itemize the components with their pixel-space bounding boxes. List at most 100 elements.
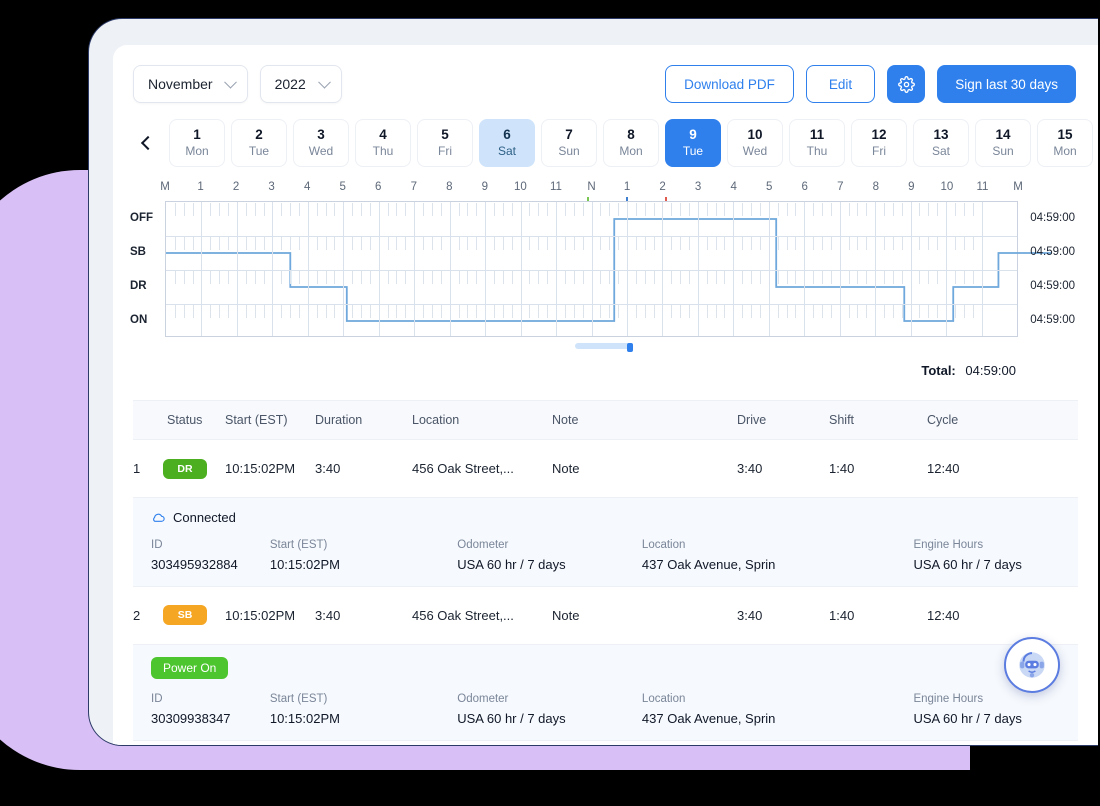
grid-minor-tick <box>458 237 460 250</box>
day-cell-3[interactable]: 3 Wed <box>293 119 349 167</box>
grid-minor-tick <box>423 271 425 284</box>
grid-vline <box>697 202 699 336</box>
hour-label-23: 11 <box>976 181 989 193</box>
grid-minor-tick <box>848 271 850 284</box>
field-start-value: 10:15:02PM <box>269 710 340 726</box>
day-cell-8[interactable]: 8 Mon <box>603 119 659 167</box>
grid-minor-tick <box>245 305 247 318</box>
status-row-label-ON: ON <box>130 314 148 326</box>
grid-minor-tick <box>431 305 433 318</box>
grid-minor-tick <box>431 237 433 250</box>
chart-scrollbar-thumb[interactable] <box>627 343 633 352</box>
hour-label-16: 4 <box>730 181 737 193</box>
grid-minor-tick <box>423 305 425 318</box>
grid-minor-tick <box>653 203 655 216</box>
grid-minor-tick <box>706 305 708 318</box>
chart-total-value: 04:59:00 <box>965 363 1016 378</box>
field-start-label: Start (EST) <box>269 539 328 551</box>
grid-minor-tick <box>954 271 956 284</box>
grid-vline <box>414 202 416 336</box>
day-cell-14[interactable]: 14 Sun <box>975 119 1031 167</box>
edit-button[interactable]: Edit <box>805 65 876 103</box>
grid-minor-tick <box>263 305 265 318</box>
status-row-total-SB: 04:59:00 <box>1030 246 1075 258</box>
grid-minor-tick <box>582 237 584 250</box>
day-number: 2 <box>255 127 263 143</box>
chart-scrollbar-track[interactable] <box>575 343 630 349</box>
grid-minor-tick <box>423 203 425 216</box>
day-cell-15[interactable]: 15 Mon <box>1037 119 1093 167</box>
month-select-value: November <box>148 76 213 92</box>
field-id: ID 303495932884 <box>151 535 270 572</box>
field-engine-label: Engine Hours <box>913 692 984 705</box>
day-cell-2[interactable]: 2 Tue <box>231 119 287 167</box>
chevron-down-icon <box>223 75 237 89</box>
th-drive: Drive <box>737 413 767 427</box>
grid-minor-tick <box>759 237 761 250</box>
grid-minor-tick <box>901 305 903 318</box>
chart-scrollbar[interactable] <box>165 343 1098 352</box>
day-cell-13[interactable]: 13 Sat <box>913 119 969 167</box>
day-cell-12[interactable]: 12 Fri <box>851 119 907 167</box>
grid-minor-tick <box>352 237 354 250</box>
day-cell-7[interactable]: 7 Sun <box>541 119 597 167</box>
day-cell-5[interactable]: 5 Fri <box>417 119 473 167</box>
grid-minor-tick <box>334 271 336 284</box>
hour-label-3: 3 <box>268 181 275 193</box>
month-select[interactable]: November <box>133 65 248 103</box>
grid-minor-tick <box>742 203 744 216</box>
prev-days-button[interactable] <box>133 120 163 166</box>
grid-minor-tick <box>644 203 646 216</box>
grid-minor-tick <box>609 237 611 250</box>
grid-minor-tick <box>334 305 336 318</box>
grid-minor-tick <box>183 271 185 284</box>
day-cell-9[interactable]: 9 Tue <box>665 119 721 167</box>
day-weekday: Wed <box>742 143 768 158</box>
grid-minor-tick <box>210 305 212 318</box>
sign-last-30-days-button[interactable]: Sign last 30 days <box>937 65 1076 103</box>
day-cell-1[interactable]: 1 Mon <box>169 119 225 167</box>
grid-minor-tick <box>901 237 903 250</box>
grid-minor-tick <box>706 203 708 216</box>
th-status: Status <box>167 413 203 427</box>
grid-minor-tick <box>502 237 504 250</box>
chart-grid[interactable]: OFF 04:59:00 SB 04:59:00 DR 04:59:00 ON 04:59:0… <box>130 201 1075 337</box>
grid-minor-tick <box>866 305 868 318</box>
grid-minor-tick <box>298 271 300 284</box>
grid-minor-tick <box>635 203 637 216</box>
grid-minor-tick <box>635 271 637 284</box>
grid-minor-tick <box>183 305 185 318</box>
table-row[interactable]: 2 SB 10:15:02PM 3:40 456 Oak Street,... Note 3… <box>133 587 1078 645</box>
grid-minor-tick <box>671 305 673 318</box>
table-row[interactable]: 1 DR 10:15:02PM 3:40 456 Oak Street,... Note 3… <box>133 440 1078 498</box>
grid-minor-tick <box>813 237 815 250</box>
grid-minor-tick <box>937 203 939 216</box>
grid-minor-tick <box>963 271 965 284</box>
grid-minor-tick <box>529 203 531 216</box>
field-id-label: ID <box>151 692 163 705</box>
grid-minor-tick <box>689 305 690 318</box>
hour-label-13: 1 <box>623 181 631 193</box>
grid-minor-tick <box>937 305 939 318</box>
status-row-total-DR: 04:59:00 <box>1030 280 1075 292</box>
hour-label-4: 4 <box>303 181 311 193</box>
hour-label-17: 5 <box>766 181 773 193</box>
grid-vline <box>520 202 522 336</box>
status-row-total-ON: 04:59:00 <box>1030 314 1075 326</box>
day-cell-4[interactable]: 4 Thu <box>355 119 411 167</box>
day-cell-10[interactable]: 10 Wed <box>727 119 783 167</box>
year-select[interactable]: 2022 <box>259 65 342 103</box>
day-weekday: Fri <box>872 143 886 158</box>
grid-minor-tick <box>954 203 956 216</box>
grid-minor-tick <box>192 237 194 250</box>
grid-minor-tick <box>325 203 327 216</box>
row-location: 456 Oak Street,... <box>412 461 514 476</box>
settings-button[interactable] <box>887 65 926 103</box>
day-cell-6[interactable]: 6 Sat <box>479 119 535 167</box>
day-cell-11[interactable]: 11 Thu <box>789 119 845 167</box>
row-drive: 3:40 <box>737 607 763 623</box>
grid-minor-tick <box>857 305 859 318</box>
chat-assistant-button[interactable] <box>1004 637 1060 693</box>
grid-minor-tick <box>405 305 407 318</box>
download-pdf-button[interactable]: Download PDF <box>665 65 794 103</box>
